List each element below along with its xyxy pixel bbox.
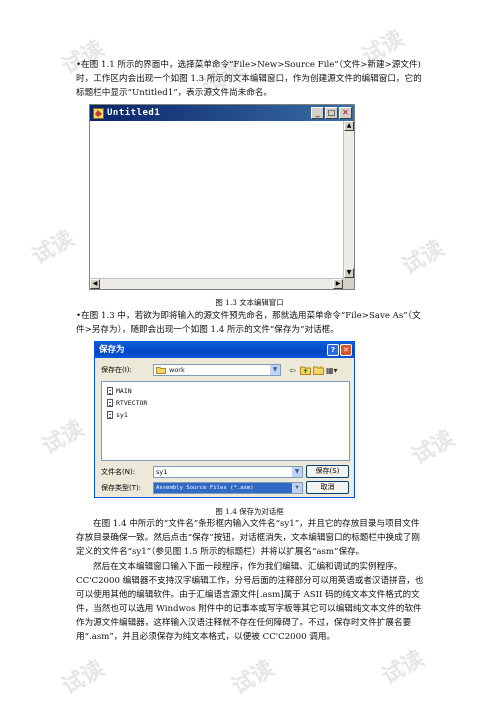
figure-1-4-caption: 图 1.4 保存为对话框 xyxy=(215,507,284,516)
new-folder-icon[interactable] xyxy=(313,365,324,376)
paragraph-1: •在图 1.1 所示的界面中，选择菜单命令“File>New>Source Fi… xyxy=(76,60,422,98)
app-icon xyxy=(93,107,104,119)
file-list[interactable]: MAIN RTVECTOR sy1 xyxy=(101,381,350,461)
chevron-down-icon[interactable]: ▼ xyxy=(292,483,302,493)
view-menu-icon[interactable]: ▦▾ xyxy=(326,365,338,376)
paragraph-3: 在图 1.4 中所示的“文件名”条形框内输入文件名“sy1”，并且它的存放目录与… xyxy=(76,519,420,557)
help-icon[interactable]: ? xyxy=(327,344,339,356)
scroll-left-icon[interactable]: ◀ xyxy=(90,279,100,289)
paragraph-4: 然后在文本编辑窗口输入下面一段程序，作为我们编辑、汇编和调试的实例程序。CC'C… xyxy=(76,562,424,642)
untitled-editor-window: Untitled1 _ □ ✕ ▲ ▼ ◀ ▶ xyxy=(89,104,355,290)
watermark: 试读 xyxy=(57,656,109,700)
filetype-select[interactable]: Assembly Source Files (*.asm) ▼ xyxy=(153,482,303,494)
watermark: 试读 xyxy=(27,226,79,270)
filetype-row: 保存类型(T): Assembly Source Files (*.asm) ▼ xyxy=(101,482,303,494)
paragraph-2: •在图 1.3 中，若欲为即将输入的源文件预先命名，那就选用菜单命令“File>… xyxy=(76,311,421,335)
file-icon xyxy=(107,399,113,407)
save-in-combo[interactable]: work ▼ xyxy=(153,364,281,376)
list-item[interactable]: RTVECTOR xyxy=(107,399,147,407)
editor-title-bar[interactable]: Untitled1 _ □ ✕ xyxy=(90,105,354,121)
horizontal-scrollbar[interactable]: ◀ ▶ xyxy=(90,278,343,289)
resize-corner[interactable] xyxy=(343,278,354,289)
dialog-title-bar[interactable]: 保存为 ? ✕ xyxy=(95,342,354,358)
cancel-button[interactable]: 取消 xyxy=(306,481,349,494)
save-in-value: work xyxy=(169,366,185,374)
up-folder-icon[interactable] xyxy=(300,365,311,376)
watermark: 试读 xyxy=(37,416,89,460)
save-in-label: 保存在(I): xyxy=(101,366,132,374)
save-button[interactable]: 保存(S) xyxy=(306,465,349,478)
chevron-down-icon[interactable]: ▼ xyxy=(270,365,280,375)
file-icon xyxy=(107,411,113,419)
list-item[interactable]: MAIN xyxy=(107,387,132,395)
save-in-row: 保存在(I): work ▼ ⇦ ▦▾ xyxy=(101,364,338,376)
close-icon[interactable]: ✕ xyxy=(339,107,352,119)
watermark: 试读 xyxy=(227,656,279,700)
editor-title: Untitled1 xyxy=(107,108,161,118)
watermark: 试读 xyxy=(377,646,429,690)
vertical-scrollbar[interactable]: ▲ ▼ xyxy=(343,121,354,278)
watermark: 试读 xyxy=(407,426,459,470)
text-edit-area[interactable] xyxy=(90,121,343,278)
file-icon xyxy=(107,387,113,395)
chevron-down-icon[interactable]: ▼ xyxy=(292,467,302,477)
folder-icon xyxy=(156,367,166,374)
scroll-right-icon[interactable]: ▶ xyxy=(333,279,343,289)
save-as-dialog: 保存为 ? ✕ 保存在(I): work ▼ ⇦ ▦▾ MAIN RTVECTO… xyxy=(94,341,355,498)
dialog-title: 保存为 xyxy=(99,345,125,355)
filename-row: 文件名(N): sy1 ▼ xyxy=(101,466,303,478)
scroll-down-icon[interactable]: ▼ xyxy=(344,268,354,278)
watermark: 试读 xyxy=(397,236,449,280)
close-icon[interactable]: ✕ xyxy=(340,344,352,356)
figure-1-3-caption: 图 1.3 文本编辑窗口 xyxy=(215,298,284,307)
document-page: 试读 试读 试读 试读 试读 试读 试读 试读 试读 试读 •在图 1.1 所示… xyxy=(0,0,499,706)
filename-label: 文件名(N): xyxy=(101,468,136,476)
scroll-up-icon[interactable]: ▲ xyxy=(344,121,354,131)
back-icon[interactable]: ⇦ xyxy=(287,365,298,376)
minimize-icon[interactable]: _ xyxy=(311,107,324,119)
list-item[interactable]: sy1 xyxy=(107,411,128,419)
filetype-label: 保存类型(T): xyxy=(101,484,142,492)
maximize-icon[interactable]: □ xyxy=(325,107,338,119)
filename-input[interactable]: sy1 ▼ xyxy=(153,466,303,478)
